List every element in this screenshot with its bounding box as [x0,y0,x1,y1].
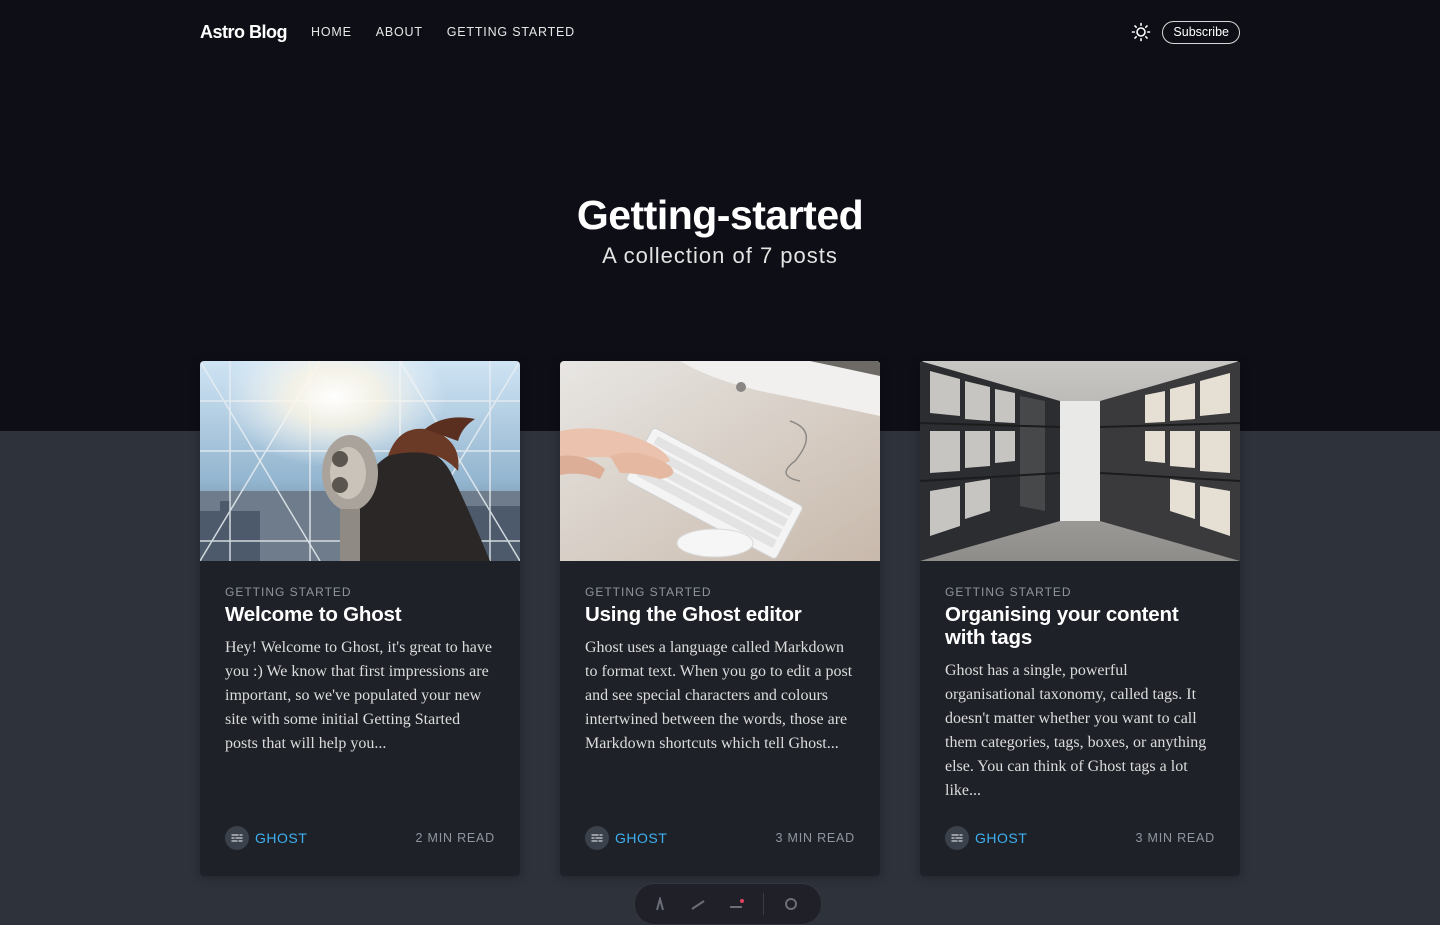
page-title: Getting-started [576,192,864,238]
post-card[interactable]: GETTING STARTED Welcome to Ghost Hey! We… [200,361,520,876]
ghost-logo-icon [231,834,243,842]
sun-icon [1132,22,1151,42]
post-tag[interactable]: GETTING STARTED [945,585,1215,599]
post-excerpt: Hey! Welcome to Ghost, it's great to hav… [225,639,493,752]
astro-menu-icon[interactable] [649,896,671,912]
ghost-logo-icon [591,834,603,842]
gear-icon[interactable] [780,896,802,912]
post-card[interactable]: GETTING STARTED Using the Ghost editor G… [560,361,880,876]
post-feed: GETTING STARTED Welcome to Ghost Hey! We… [200,361,1240,876]
read-time: 3 MIN READ [775,831,855,845]
post-card-body: GETTING STARTED Using the Ghost editor G… [560,561,880,756]
page-subtitle: A collection of 7 posts [602,243,838,268]
post-excerpt: Ghost uses a language called Markdown to… [585,639,853,752]
archive-shelves-photo[interactable] [920,361,1240,561]
site-header: Astro Blog HOME ABOUT GETTING STARTED Su… [200,0,1240,64]
post-footer: GHOST 2 MIN READ [225,826,495,850]
read-time: 3 MIN READ [1135,831,1215,845]
post-author-link[interactable]: GHOST [615,830,667,846]
nav-item-home[interactable]: HOME [311,25,352,39]
author-avatar[interactable] [225,826,249,850]
audit-icon[interactable] [725,896,747,912]
post-card[interactable]: GETTING STARTED Organising your content … [920,361,1240,876]
nav-item-about[interactable]: ABOUT [376,25,423,39]
nav-item-getting-started[interactable]: GETTING STARTED [447,25,575,39]
read-time: 2 MIN READ [415,831,495,845]
post-card-body: GETTING STARTED Welcome to Ghost Hey! We… [200,561,520,756]
post-author-link[interactable]: GHOST [975,830,1027,846]
post-tag[interactable]: GETTING STARTED [225,585,495,599]
ghost-logo-icon [951,834,963,842]
inspect-icon[interactable] [687,896,709,912]
author-avatar[interactable] [585,826,609,850]
hands-on-keyboard-photo[interactable] [560,361,880,561]
post-footer: GHOST 3 MIN READ [585,826,855,850]
post-footer: GHOST 3 MIN READ [945,826,1215,850]
post-author-link[interactable]: GHOST [255,830,307,846]
toolbar-divider [763,893,764,915]
author-avatar[interactable] [945,826,969,850]
theme-toggle-button[interactable] [1130,21,1152,43]
post-title[interactable]: Organising your content with tags [945,603,1215,649]
header-tools: Subscribe [1130,20,1240,44]
main-nav: HOME ABOUT GETTING STARTED [311,25,575,39]
subscribe-button[interactable]: Subscribe [1162,20,1240,44]
person-using-binoculars-photo[interactable] [200,361,520,561]
post-excerpt: Ghost has a single, powerful organisatio… [945,662,1207,799]
post-title[interactable]: Welcome to Ghost [225,603,495,626]
site-logo[interactable]: Astro Blog [200,22,288,43]
post-card-body: GETTING STARTED Organising your content … [920,561,1240,803]
post-title[interactable]: Using the Ghost editor [585,603,855,626]
post-tag[interactable]: GETTING STARTED [585,585,855,599]
dev-toolbar [634,883,822,925]
